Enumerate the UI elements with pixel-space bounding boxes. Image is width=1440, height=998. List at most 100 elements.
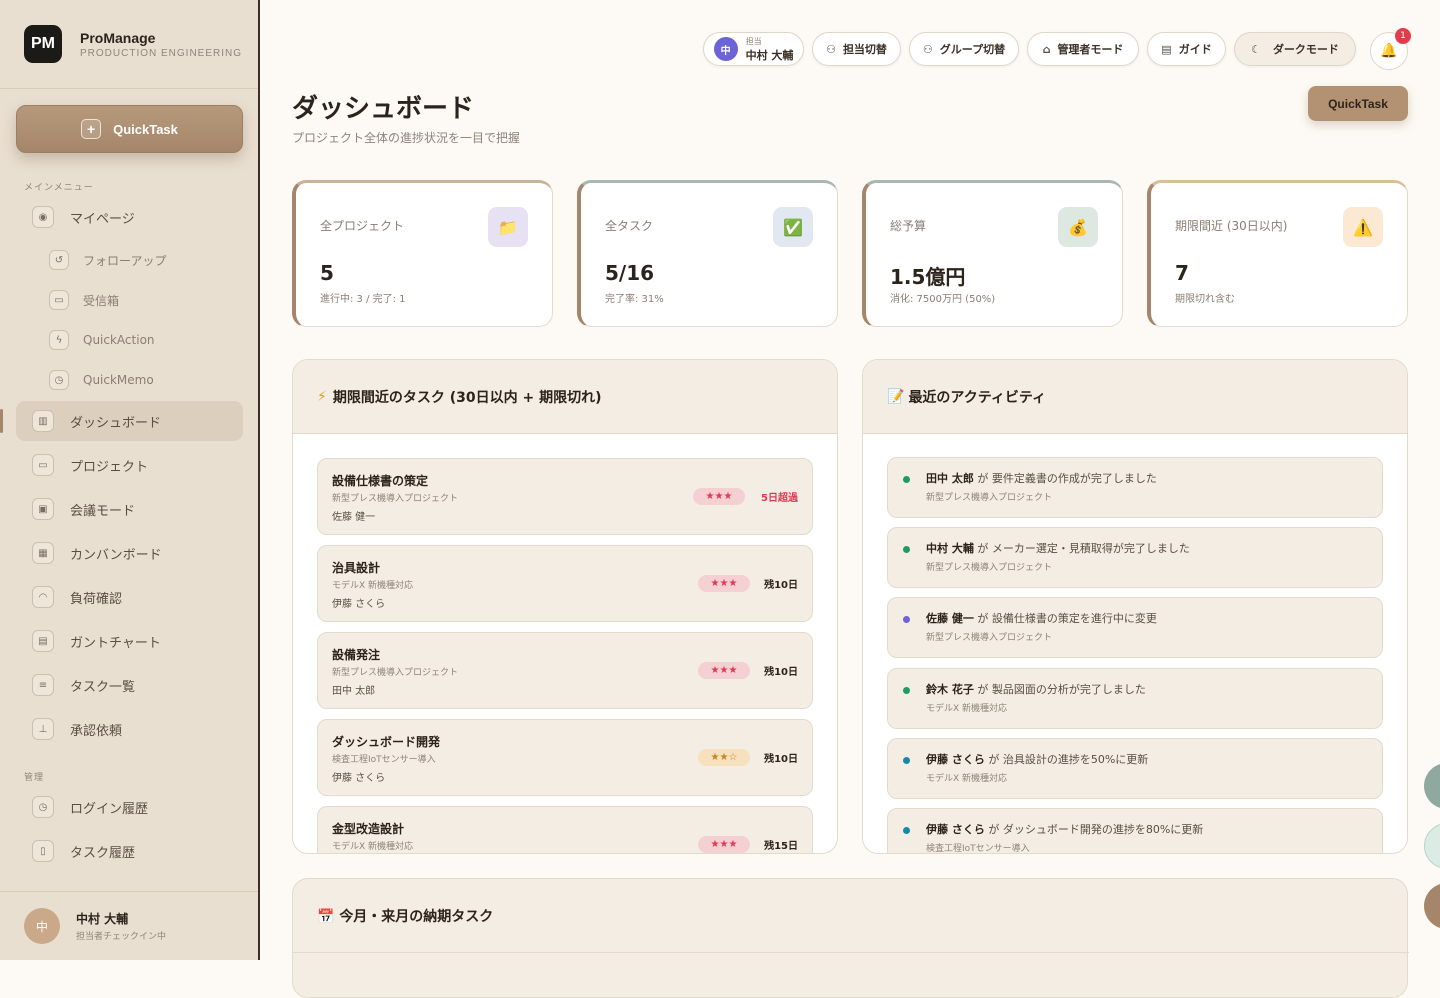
brand[interactable]: PM ProManage PRODUCTION ENGINEERING <box>24 25 242 63</box>
panel-title: 最近のアクティビティ <box>908 389 1047 406</box>
sidebar-item-quickmemo[interactable]: ◷ QuickMemo <box>16 360 243 400</box>
task-card[interactable]: 設備仕様書の策定 新型プレス機導入プロジェクト 佐藤 健一 ★★★ 5日超過 <box>317 458 813 535</box>
guide-button[interactable]: ▤ ガイド <box>1147 32 1226 66</box>
moon-icon: ☾ <box>1251 42 1261 56</box>
recent-activity-panel: 📝 最近のアクティビティ 田中 太郎 が 要件定義書の作成が完了しました 新型プ… <box>862 359 1408 854</box>
avatar: 中 <box>713 37 738 61</box>
stat-card-deadline[interactable]: 期限間近 (30日以内) ⚠️ 7 期限切れ含む <box>1147 180 1408 327</box>
activity-action: 要件定義書の作成が完了しました <box>991 472 1157 485</box>
floating-action-button[interactable] <box>1424 763 1440 809</box>
notification-badge: 1 <box>1395 28 1411 44</box>
sidebar-item-kanban[interactable]: ▦ カンバンボード <box>16 533 243 573</box>
sidebar-item-dashboard[interactable]: ▥ ダッシュボード <box>16 401 243 441</box>
activity-project: 新型プレス機導入プロジェクト <box>926 563 1053 573</box>
assignee-chip[interactable]: 中 担当 中村 大輔 <box>703 32 804 66</box>
bolt-icon: ⚡ <box>317 388 327 405</box>
sidebar-item-label: 負荷確認 <box>70 591 123 607</box>
meeting-icon: ▣ <box>32 498 54 520</box>
panel-title: 期限間近のタスク (30日以内 + 期限切れ) <box>332 389 602 406</box>
sidebar-item-followup[interactable]: ↺ フォローアップ <box>16 240 243 280</box>
activity-verb: が <box>977 683 989 696</box>
person-icon: ◉ <box>32 206 54 228</box>
sidebar-item-label: 承認依頼 <box>70 723 123 739</box>
activity-verb: が <box>977 472 989 485</box>
task-owner: 伊藤 さくら <box>332 599 386 610</box>
task-owner: 田中 太郎 <box>332 686 376 697</box>
stat-value: 5/16 <box>605 261 655 285</box>
bolt-icon: ϟ <box>49 330 69 350</box>
sidebar-item-mypage[interactable]: ◉ マイページ <box>16 197 243 237</box>
switch-group-button[interactable]: ⚇ グループ切替 <box>909 32 1019 66</box>
calendar-icon: 📅 <box>317 909 335 925</box>
sidebar-item-quickaction[interactable]: ϟ QuickAction <box>16 320 243 360</box>
sidebar-item-label: ダッシュボード <box>70 415 162 431</box>
quicktask-button[interactable]: QuickTask <box>1308 86 1408 121</box>
current-user[interactable]: 中 中村 大輔 担当者チェックイン中 <box>24 908 166 944</box>
monthly-deadline-panel: 📅 今月・来月の納期タスク <box>292 878 1409 998</box>
dark-mode-button[interactable]: ☾ ダークモード <box>1234 32 1356 66</box>
status-dot <box>903 546 910 553</box>
quicktask-sidebar-button[interactable]: + QuickTask <box>16 105 243 153</box>
activity-project: 新型プレス機導入プロジェクト <box>926 493 1053 503</box>
floating-action-button[interactable] <box>1424 883 1440 929</box>
sidebar-item-inbox[interactable]: ▭ 受信箱 <box>16 280 243 320</box>
switch-assignee-button[interactable]: ⚇ 担当切替 <box>812 32 901 66</box>
sidebar-item-label: ログイン履歴 <box>70 801 149 817</box>
task-project: 新型プレス機導入プロジェクト <box>332 668 459 678</box>
sidebar-item-meeting[interactable]: ▣ 会議モード <box>16 489 243 529</box>
page-title: ダッシュボード <box>292 94 475 124</box>
task-card[interactable]: ダッシュボード開発 検査工程IoTセンサー導入 伊藤 さくら ★★☆ 残10日 <box>317 719 813 796</box>
sidebar-item-workload[interactable]: ◠ 負荷確認 <box>16 577 243 617</box>
user-status: 担当者チェックイン中 <box>76 932 167 942</box>
task-card[interactable]: 設備発注 新型プレス機導入プロジェクト 田中 太郎 ★★★ 残10日 <box>317 632 813 709</box>
status-dot <box>903 616 910 623</box>
sidebar-item-task-history[interactable]: ▯ タスク履歴 <box>16 831 243 871</box>
approval-icon: ⊥ <box>32 718 54 740</box>
floating-action-button[interactable] <box>1424 823 1440 869</box>
activity-user: 伊藤 さくら <box>926 753 985 766</box>
task-card[interactable]: 金型改造設計 モデルX 新機種対応 ★★★ 残15日 <box>317 806 813 853</box>
stat-card-projects[interactable]: 全プロジェクト 📁 5 進行中: 3 / 完了: 1 <box>292 180 553 327</box>
activity-item[interactable]: 鈴木 花子 が 製品図面の分析が完了しました モデルX 新機種対応 <box>887 668 1383 729</box>
task-due: 残10日 <box>764 667 798 678</box>
admin-mode-button[interactable]: ⌂ 管理者モード <box>1027 32 1139 66</box>
priority-stars: ★★★ <box>693 488 745 505</box>
activity-item[interactable]: 佐藤 健一 が 設備仕様書の策定を進行中に変更 新型プレス機導入プロジェクト <box>887 597 1383 658</box>
sidebar-item-tasklist[interactable]: ≡ タスク一覧 <box>16 665 243 705</box>
sidebar-item-label: タスク履歴 <box>70 845 136 861</box>
group-icon: ⚇ <box>922 42 933 56</box>
panel-title: 今月・来月の納期タスク <box>339 909 494 925</box>
stat-card-tasks[interactable]: 全タスク ✅ 5/16 完了率: 31% <box>577 180 838 327</box>
sidebar-item-login-history[interactable]: ◷ ログイン履歴 <box>16 787 243 827</box>
activity-action: 治具設計の進捗を50%に更新 <box>1002 753 1149 766</box>
task-project: 新型プレス機導入プロジェクト <box>332 494 459 504</box>
avatar: 中 <box>24 908 60 944</box>
sidebar-item-gantt[interactable]: ▤ ガントチャート <box>16 621 243 661</box>
activity-item[interactable]: 伊藤 さくら が 治具設計の進捗を50%に更新 モデルX 新機種対応 <box>887 738 1383 799</box>
sidebar-item-label: QuickAction <box>83 333 155 347</box>
inbox-icon: ▭ <box>49 290 69 310</box>
sidebar-item-approval[interactable]: ⊥ 承認依頼 <box>16 709 243 749</box>
stat-subtext: 期限切れ含む <box>1175 294 1235 305</box>
activity-item[interactable]: 中村 大輔 が メーカー選定・見積取得が完了しました 新型プレス機導入プロジェク… <box>887 527 1383 588</box>
stat-value: 7 <box>1175 261 1189 285</box>
kanban-icon: ▦ <box>32 542 54 564</box>
sidebar-item-label: フォローアップ <box>83 253 167 268</box>
activity-item[interactable]: 田中 太郎 が 要件定義書の作成が完了しました 新型プレス機導入プロジェクト <box>887 457 1383 518</box>
activity-action: 設備仕様書の策定を進行中に変更 <box>991 612 1157 625</box>
sidebar-item-label: タスク一覧 <box>70 679 136 695</box>
switch-assignee-label: 担当切替 <box>842 43 887 56</box>
activity-action: 製品図面の分析が完了しました <box>991 683 1146 696</box>
sidebar-item-projects[interactable]: ▭ プロジェクト <box>16 445 243 485</box>
folder-icon: ▭ <box>32 454 54 476</box>
priority-stars: ★★☆ <box>698 749 750 766</box>
activity-item[interactable]: 伊藤 さくら が ダッシュボード開発の進捗を80%に更新 検査工程IoTセンサー… <box>887 808 1383 853</box>
priority-stars: ★★★ <box>698 662 750 679</box>
activity-action: ダッシュボード開発の進捗を80%に更新 <box>1002 823 1204 836</box>
task-due: 5日超過 <box>761 493 798 504</box>
stat-card-budget[interactable]: 総予算 💰 1.5億円 消化: 7500万円 (50%) <box>862 180 1123 327</box>
sidebar-item-label: 会議モード <box>70 503 136 519</box>
document-icon: ▯ <box>32 840 54 862</box>
task-card[interactable]: 治具設計 モデルX 新機種対応 伊藤 さくら ★★★ 残10日 <box>317 545 813 622</box>
stat-subtext: 消化: 7500万円 (50%) <box>890 294 996 305</box>
